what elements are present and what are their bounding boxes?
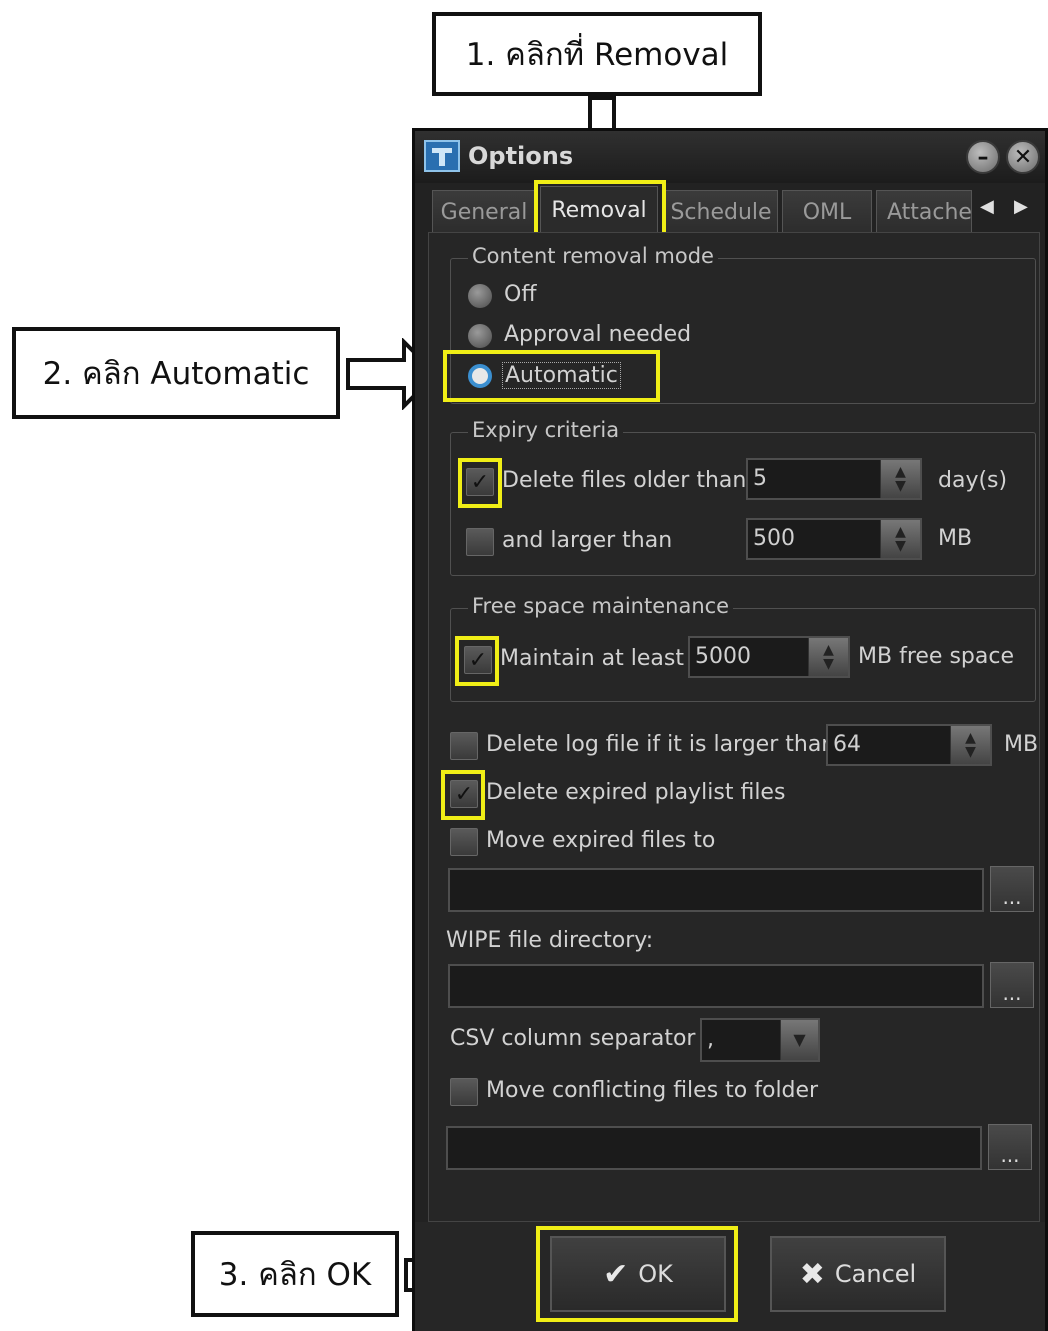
log-size-value: 64 — [833, 732, 861, 757]
free-space-unit: MB free space — [858, 644, 1014, 669]
delete-log-label[interactable]: Delete log file if it is larger than — [486, 732, 835, 757]
browse-move-expired-button[interactable]: ... — [990, 866, 1034, 912]
csv-separator-label: CSV column separator — [450, 1026, 696, 1051]
browse-wipe-label: ... — [1002, 981, 1022, 1005]
app-icon — [424, 140, 460, 172]
maintain-label[interactable]: Maintain at least — [500, 646, 684, 671]
tab-general-label: General — [440, 200, 528, 225]
cross-icon: ✖ — [799, 1256, 825, 1292]
wipe-path-input[interactable] — [448, 964, 984, 1008]
callout-step-2-text: 2. คลิก Automatic — [42, 356, 310, 392]
tab-oml[interactable]: OML — [782, 190, 872, 234]
tab-attache[interactable]: Attache — [876, 190, 972, 234]
cancel-button-label: Cancel — [834, 1260, 917, 1288]
free-space-label: Free space maintenance — [468, 594, 734, 618]
window-title: Options — [468, 142, 574, 170]
free-space-stepper[interactable]: ▲ ▼ — [808, 638, 848, 676]
chevron-down-icon[interactable]: ▼ — [780, 1020, 818, 1060]
highlight-ok — [536, 1226, 738, 1322]
highlight-delete-older — [458, 458, 502, 508]
csv-separator-value: , — [707, 1027, 714, 1052]
browse-move-conflicting-button[interactable]: ... — [988, 1124, 1032, 1170]
expiry-criteria-group — [450, 432, 1036, 576]
size-value: 500 — [753, 526, 795, 551]
callout-step-3-text: 3. คลิก OK — [218, 1257, 372, 1293]
highlight-automatic — [443, 350, 660, 402]
tab-schedule[interactable]: Schedule — [664, 190, 778, 234]
content-removal-mode-label: Content removal mode — [468, 244, 718, 268]
cancel-button[interactable]: ✖ Cancel — [770, 1236, 946, 1312]
radio-off-label[interactable]: Off — [504, 282, 536, 307]
radio-approval-needed[interactable] — [468, 324, 492, 348]
delete-playlist-label[interactable]: Delete expired playlist files — [486, 780, 785, 805]
tab-schedule-label: Schedule — [670, 200, 772, 225]
highlight-removal-tab — [534, 180, 666, 240]
callout-step-2: 2. คลิก Automatic — [12, 327, 340, 419]
callout-step-1: 1. คลิกที่ Removal — [432, 12, 762, 96]
minimize-icon[interactable]: – — [966, 140, 1000, 174]
callout-step-3: 3. คลิก OK — [191, 1231, 399, 1317]
expiry-criteria-label: Expiry criteria — [468, 418, 624, 442]
size-stepper[interactable]: ▲ ▼ — [880, 520, 920, 558]
tab-scroll-left-icon[interactable]: ◀ — [980, 196, 994, 217]
move-expired-label[interactable]: Move expired files to — [486, 828, 715, 853]
wipe-label: WIPE file directory: — [446, 928, 654, 953]
size-unit: MB — [938, 526, 973, 551]
days-stepper[interactable]: ▲ ▼ — [880, 460, 920, 498]
days-unit: day(s) — [938, 468, 1008, 493]
radio-approval-needed-label[interactable]: Approval needed — [504, 322, 691, 347]
tab-scroll-right-icon[interactable]: ▶ — [1014, 196, 1028, 217]
highlight-maintain — [455, 636, 499, 686]
larger-than-checkbox[interactable] — [466, 528, 494, 556]
delete-log-checkbox[interactable] — [450, 732, 478, 760]
larger-than-label[interactable]: and larger than — [502, 528, 672, 553]
move-expired-path-input[interactable] — [448, 868, 984, 912]
highlight-delete-playlist — [441, 770, 485, 820]
close-icon[interactable]: ✕ — [1006, 140, 1040, 174]
log-size-unit: MB — [1004, 732, 1039, 757]
move-conflicting-checkbox[interactable] — [450, 1078, 478, 1106]
tab-general[interactable]: General — [432, 190, 536, 234]
tab-attache-label: Attache — [887, 200, 972, 225]
radio-off[interactable] — [468, 284, 492, 308]
move-conflicting-path-input[interactable] — [446, 1126, 982, 1170]
browse-move-expired-label: ... — [1002, 885, 1022, 909]
callout-step-1-text: 1. คลิกที่ Removal — [465, 37, 729, 73]
days-value: 5 — [753, 466, 767, 491]
browse-wipe-button[interactable]: ... — [990, 962, 1034, 1008]
tab-oml-label: OML — [802, 200, 852, 225]
log-size-stepper[interactable]: ▲ ▼ — [950, 726, 990, 764]
move-conflicting-label[interactable]: Move conflicting files to folder — [486, 1078, 818, 1103]
move-expired-checkbox[interactable] — [450, 828, 478, 856]
browse-move-conflicting-label: ... — [1000, 1143, 1020, 1167]
delete-older-label[interactable]: Delete files older than — [502, 468, 746, 493]
free-space-value: 5000 — [695, 644, 751, 669]
